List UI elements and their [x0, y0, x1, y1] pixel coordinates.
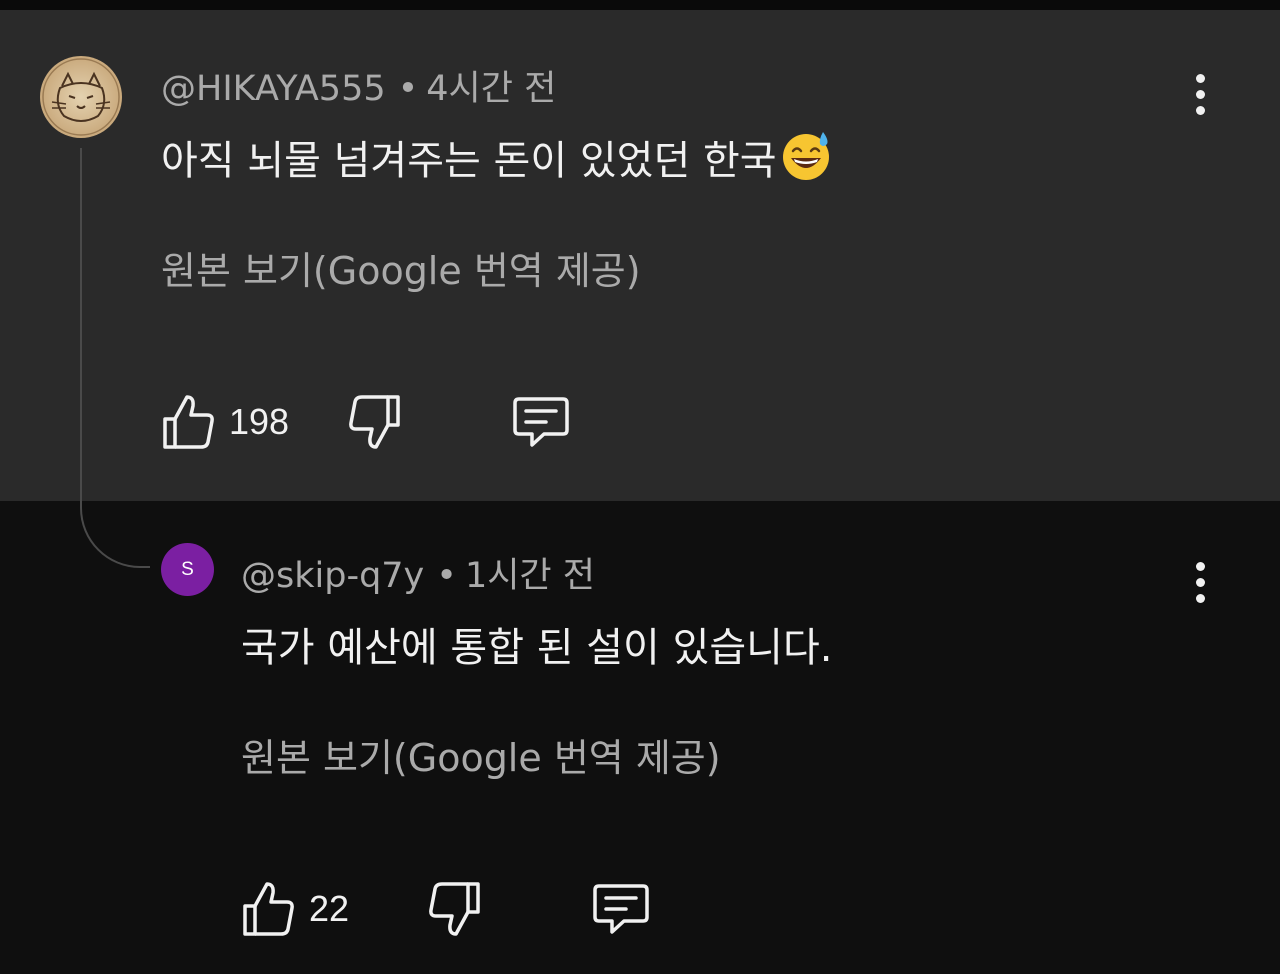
comment-text-content: 아직 뇌물 넘겨주는 돈이 있었던 한국 [161, 138, 777, 184]
meta-separator: • [436, 556, 457, 596]
reply-button[interactable] [512, 393, 570, 451]
user-avatar[interactable] [40, 56, 122, 138]
like-count: 198 [229, 401, 290, 442]
reply-thread-line [80, 148, 150, 568]
dislike-button[interactable] [348, 393, 402, 451]
reply-see-original-link[interactable]: 원본 보기(Google 번역 제공) [241, 727, 721, 782]
comment-time[interactable]: 4시간 전 [426, 69, 556, 109]
thumbs-down-icon [429, 882, 480, 936]
reply-comment-icon [593, 884, 649, 934]
reply-dislike-button[interactable] [428, 880, 482, 938]
reply-author[interactable]: @skip-q7y [241, 556, 424, 596]
avatar-letter: S [181, 558, 194, 580]
sweat-smile-emoji-icon [779, 128, 833, 192]
dot-icon [1195, 577, 1205, 587]
comment-author[interactable]: @HIKAYA555 [161, 69, 386, 109]
comment-meta: @HIKAYA555 • 4시간 전 [161, 60, 556, 111]
comment-text: 아직 뇌물 넘겨주는 돈이 있었던 한국 [161, 128, 833, 192]
reply-comment-icon [513, 397, 569, 447]
reply-text: 국가 예산에 통합 된 설이 있습니다. [241, 625, 833, 671]
more-options-button[interactable] [1180, 64, 1220, 124]
reply-time[interactable]: 1시간 전 [465, 556, 595, 596]
reply-like-count: 22 [309, 888, 350, 929]
dot-icon [1195, 593, 1205, 603]
top-edge [0, 0, 1280, 10]
reply-user-avatar[interactable]: S [161, 543, 214, 596]
dot-icon [1195, 105, 1205, 115]
reply-meta: @skip-q7y • 1시간 전 [241, 547, 595, 598]
reply-reply-button[interactable] [592, 880, 650, 938]
thumbs-up-icon [163, 395, 214, 449]
like-button[interactable]: 198 [161, 393, 289, 451]
comments-page: @HIKAYA555 • 4시간 전 아직 뇌물 넘겨주는 돈이 있었던 한국 원본… [0, 0, 1280, 974]
cat-face-icon [42, 58, 120, 136]
see-original-link[interactable]: 원본 보기(Google 번역 제공) [161, 240, 641, 295]
thumbs-up-icon [243, 882, 294, 936]
dot-icon [1195, 561, 1205, 571]
meta-separator: • [397, 69, 419, 109]
dot-icon [1195, 73, 1205, 83]
reply-more-options-button[interactable] [1180, 552, 1220, 612]
thumbs-down-icon [349, 395, 400, 449]
dot-icon [1195, 89, 1205, 99]
reply-like-button[interactable]: 22 [241, 880, 349, 938]
